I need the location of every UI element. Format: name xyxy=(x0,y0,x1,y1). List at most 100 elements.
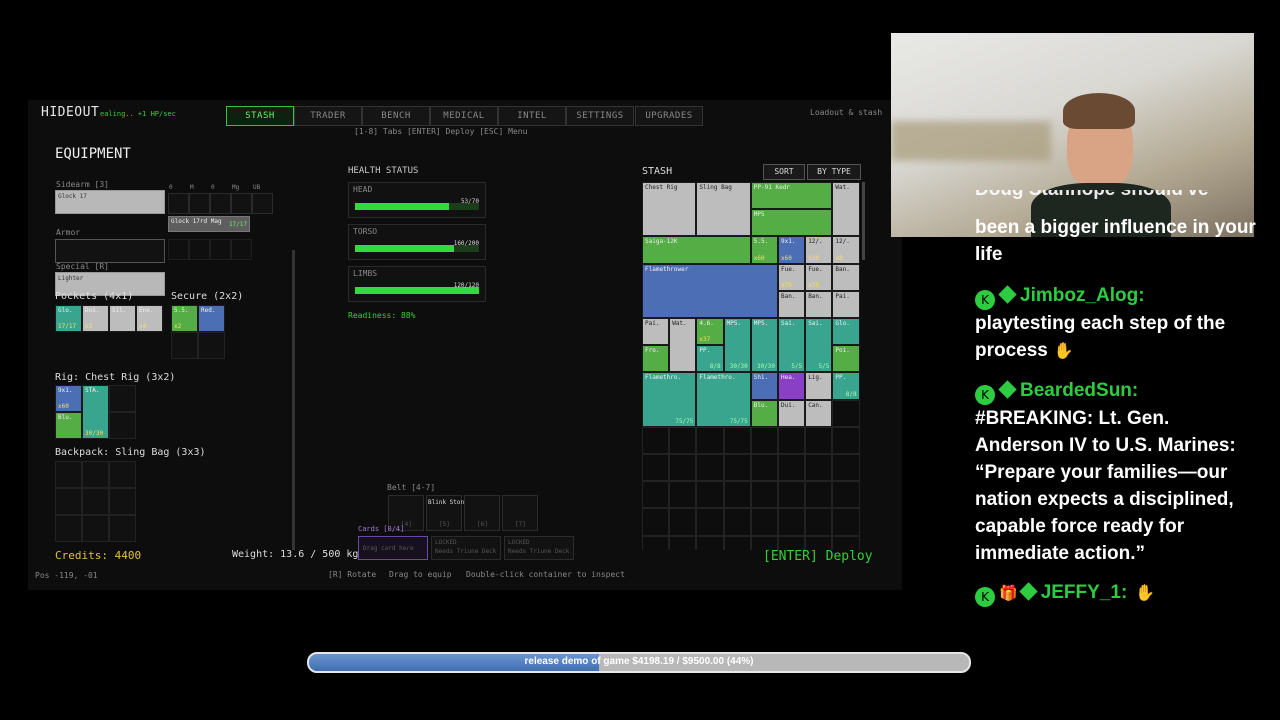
inventory-item[interactable]: Dui. x3 xyxy=(82,305,109,332)
stash-cell[interactable] xyxy=(832,481,860,509)
inventory-item[interactable]: 9x1. x60 xyxy=(55,385,82,412)
stash-cell[interactable] xyxy=(642,454,670,482)
armor-mod-slot[interactable] xyxy=(189,239,210,260)
mag-slot[interactable]: Glock 17rd Mag 17/17 xyxy=(168,216,250,232)
stash-item[interactable]: Can. xyxy=(805,399,833,427)
stash-cell[interactable] xyxy=(723,481,751,509)
stash-item[interactable]: Chest Rig xyxy=(642,182,697,237)
stash-item[interactable]: 5.5. x60 xyxy=(750,236,778,264)
stash-item[interactable]: Blu. xyxy=(750,399,778,427)
stash-item[interactable]: MP5. 30/30 xyxy=(750,318,778,373)
stash-item[interactable]: Lig. xyxy=(805,372,833,400)
ammo-slot[interactable] xyxy=(231,193,252,214)
stash-cell[interactable] xyxy=(778,535,806,550)
stash-cell[interactable] xyxy=(832,426,860,454)
inventory-item[interactable]: Blu. xyxy=(55,412,82,439)
rig-slot[interactable] xyxy=(109,412,136,439)
stash-item[interactable]: Poi. xyxy=(832,345,860,373)
inventory-item[interactable]: Red. xyxy=(198,305,225,332)
tab-trader[interactable]: TRADER xyxy=(294,106,362,126)
stash-item[interactable]: Fue. x75 xyxy=(778,263,806,291)
backpack-slot[interactable] xyxy=(55,488,82,515)
stash-cell[interactable] xyxy=(669,454,697,482)
stash-cell[interactable] xyxy=(696,481,724,509)
stash-cell[interactable] xyxy=(778,481,806,509)
stash-item[interactable]: Ban. xyxy=(832,263,860,291)
stash-cell[interactable] xyxy=(832,399,860,427)
stash-item[interactable]: Sling Bag xyxy=(696,182,751,237)
stash-item[interactable]: 12/. x20 xyxy=(805,236,833,264)
stash-item[interactable]: PP. 8/8 xyxy=(832,372,860,400)
stash-cell[interactable] xyxy=(669,508,697,536)
backpack-slot[interactable] xyxy=(109,515,136,542)
stash-item[interactable]: Sai. 5/5 xyxy=(805,318,833,373)
stash-cell[interactable] xyxy=(778,508,806,536)
secure-slot[interactable] xyxy=(171,332,198,359)
tab-upgrades[interactable]: UPGRADES xyxy=(635,106,703,126)
rig-slot[interactable] xyxy=(109,385,136,412)
stash-cell[interactable] xyxy=(805,508,833,536)
stash-item[interactable]: Fue. x75 xyxy=(805,263,833,291)
stash-cell[interactable] xyxy=(642,426,670,454)
stash-item[interactable]: Fro. xyxy=(642,345,670,373)
armor-mod-slot[interactable] xyxy=(210,239,231,260)
stash-cell[interactable] xyxy=(723,535,751,550)
stash-item[interactable]: Glo. xyxy=(832,318,860,346)
stash-item[interactable]: Ban. xyxy=(778,290,806,318)
stash-cell[interactable] xyxy=(750,481,778,509)
stash-item[interactable]: Wat. xyxy=(832,182,860,237)
stash-cell[interactable] xyxy=(642,508,670,536)
backpack-slot[interactable] xyxy=(82,461,109,488)
ammo-slot[interactable] xyxy=(210,193,231,214)
inventory-item[interactable]: Glo. 17/17 xyxy=(55,305,82,332)
stash-item[interactable]: MP5 xyxy=(750,209,833,237)
stash-cell[interactable] xyxy=(696,508,724,536)
stash-item[interactable]: Ban. xyxy=(805,290,833,318)
ammo-slot[interactable] xyxy=(189,193,210,214)
secure-slot[interactable] xyxy=(198,332,225,359)
stash-item[interactable]: Shi. xyxy=(750,372,778,400)
stash-item[interactable]: Flamethro. 75/75 xyxy=(696,372,751,427)
stash-item[interactable]: 4.6. x37 xyxy=(696,318,724,346)
stash-item[interactable]: Sai. 5/5 xyxy=(778,318,806,373)
tab-settings[interactable]: SETTINGS xyxy=(566,106,634,126)
stash-cell[interactable] xyxy=(805,426,833,454)
inventory-item[interactable]: Ene. x4 xyxy=(136,305,163,332)
armor-mod-slot[interactable] xyxy=(168,239,189,260)
stash-item[interactable]: Pai. xyxy=(642,318,670,346)
stash-cell[interactable] xyxy=(778,454,806,482)
stash-cell[interactable] xyxy=(805,535,833,550)
backpack-slot[interactable] xyxy=(109,488,136,515)
stash-cell[interactable] xyxy=(696,426,724,454)
stash-item[interactable]: 9x1. x60 xyxy=(778,236,806,264)
stash-cell[interactable] xyxy=(832,535,860,550)
card-drop-slot[interactable]: Drag card here xyxy=(358,536,428,560)
ammo-slot[interactable] xyxy=(252,193,273,214)
stash-item[interactable]: Pai. xyxy=(832,290,860,318)
backpack-slot[interactable] xyxy=(55,515,82,542)
stash-item[interactable]: PP. 8/8 xyxy=(696,345,724,373)
deploy-button[interactable]: [ENTER] Deploy xyxy=(763,549,873,564)
stash-cell[interactable] xyxy=(832,454,860,482)
ammo-slot[interactable] xyxy=(168,193,189,214)
stash-cell[interactable] xyxy=(669,535,697,550)
stash-cell[interactable] xyxy=(696,535,724,550)
stash-item[interactable]: MP5. 30/30 xyxy=(723,318,751,373)
stash-cell[interactable] xyxy=(750,535,778,550)
belt-slot[interactable]: [7] xyxy=(502,495,538,531)
stash-cell[interactable] xyxy=(642,535,670,550)
by-type-button[interactable]: BY TYPE xyxy=(807,164,861,180)
inventory-item[interactable]: 5.5. x2 xyxy=(171,305,198,332)
stash-cell[interactable] xyxy=(642,481,670,509)
stash-cell[interactable] xyxy=(723,508,751,536)
stash-cell[interactable] xyxy=(669,426,697,454)
sort-button[interactable]: SORT xyxy=(763,164,805,180)
stash-item[interactable]: Flamethro. 75/75 xyxy=(642,372,697,427)
stash-cell[interactable] xyxy=(723,454,751,482)
stash-cell[interactable] xyxy=(750,454,778,482)
stash-cell[interactable] xyxy=(669,481,697,509)
backpack-slot[interactable] xyxy=(82,488,109,515)
tab-stash[interactable]: STASH xyxy=(226,106,294,126)
stash-scrollbar[interactable] xyxy=(862,182,865,260)
stash-cell[interactable] xyxy=(832,508,860,536)
